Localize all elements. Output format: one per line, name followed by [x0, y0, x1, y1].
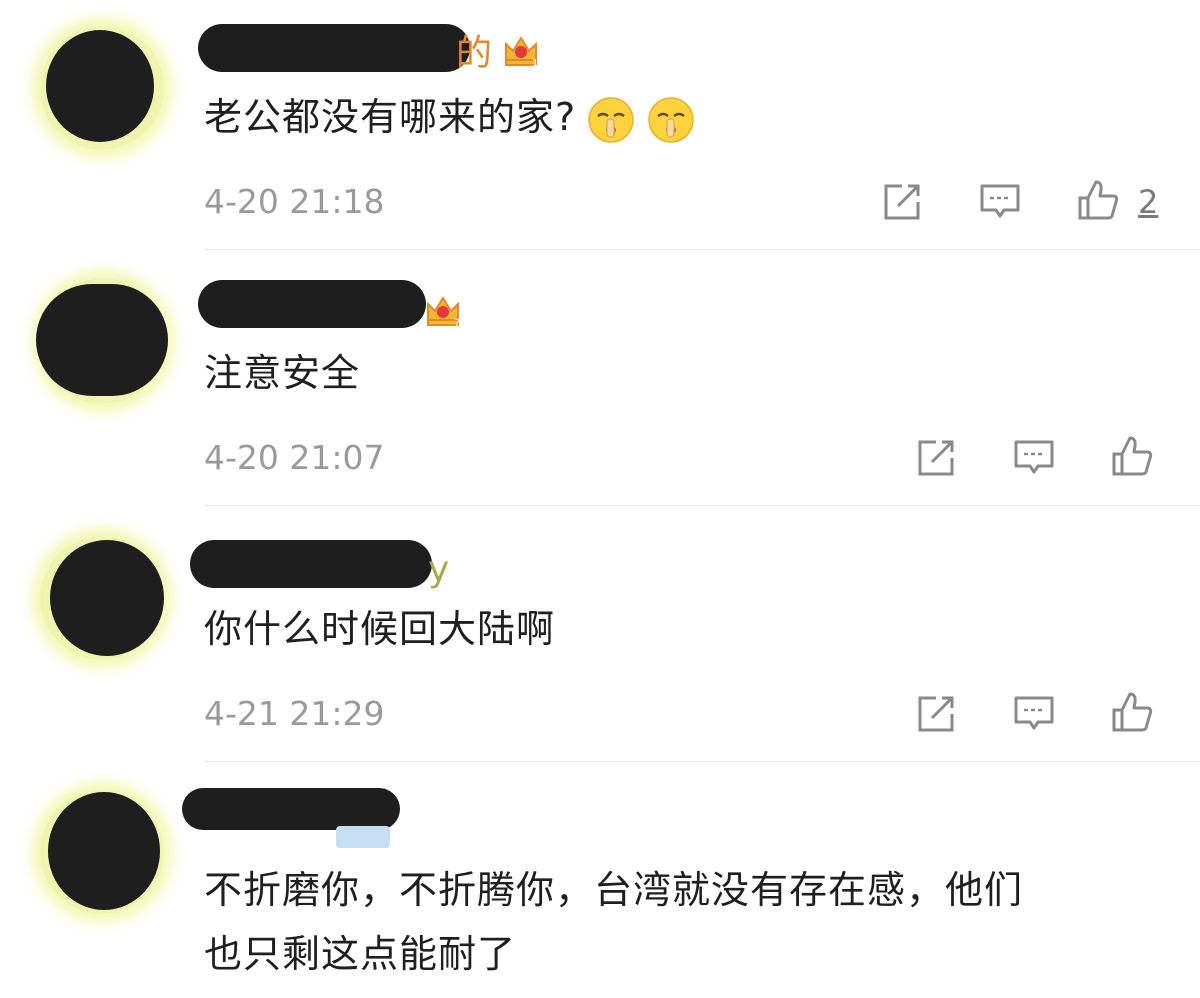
- comment-text-line: 不折磨你，不折腾你，台湾就没有存在感，他们: [204, 868, 1024, 912]
- crown-icon: 7: [427, 296, 460, 328]
- username-redaction: [198, 24, 470, 72]
- vip-level: 1: [532, 58, 538, 68]
- comment-icon[interactable]: [978, 180, 1022, 224]
- comment-text-content: 老公都没有哪来的家?: [204, 95, 577, 139]
- comment-text: 你什么时候回大陆啊: [204, 607, 556, 651]
- share-icon[interactable]: [914, 692, 958, 736]
- comment-text-line: 也只剩这点能耐了: [204, 932, 517, 976]
- comment-timestamp: 4-20 21:18: [204, 182, 385, 221]
- avatar[interactable]: [40, 26, 164, 150]
- username-redaction: [182, 788, 400, 830]
- avatar-redaction: [46, 30, 154, 142]
- avatar[interactable]: [40, 790, 164, 914]
- comment-text: 老公都没有哪来的家?: [204, 88, 696, 146]
- member-badge: [336, 826, 390, 848]
- share-icon[interactable]: [880, 180, 924, 224]
- thumbs-up-icon[interactable]: [1076, 178, 1120, 222]
- comment-timestamp: 4-21 21:29: [204, 694, 385, 733]
- like-count[interactable]: 2: [1138, 182, 1158, 222]
- share-icon[interactable]: [914, 436, 958, 480]
- comment-text: 不折磨你，不折腾你，台湾就没有存在感，他们 也只剩这点能耐了: [204, 858, 1023, 986]
- comment-timestamp: 4-20 21:07: [204, 438, 385, 477]
- comment-icon[interactable]: [1012, 692, 1056, 736]
- vip-level: 7: [454, 318, 460, 328]
- comment-text: 注意安全: [204, 351, 361, 395]
- avatar-redaction: [36, 284, 168, 396]
- username-tail: 的: [456, 33, 493, 74]
- shush-face-emoji: [588, 96, 634, 143]
- comment-item: 的 1 老公都没有哪来的家? 4-20 21:18 2: [0, 0, 1200, 250]
- shush-face-emoji: [648, 96, 694, 143]
- username[interactable]: [198, 280, 438, 328]
- thumbs-up-icon[interactable]: [1110, 434, 1154, 478]
- comment-item: 7 注意安全 4-20 21:07: [0, 250, 1200, 506]
- avatar[interactable]: [36, 278, 168, 404]
- crown-icon: 1: [505, 36, 538, 68]
- username[interactable]: 的: [198, 24, 498, 74]
- username-redaction: [198, 280, 426, 328]
- thumbs-up-icon[interactable]: [1110, 690, 1154, 734]
- comment-icon[interactable]: [1012, 436, 1056, 480]
- username-tail: y: [428, 549, 450, 590]
- avatar[interactable]: [40, 536, 164, 660]
- username-redaction: [190, 540, 432, 588]
- avatar-redaction: [50, 540, 164, 656]
- comment-item: y 你什么时候回大陆啊 4-21 21:29: [0, 506, 1200, 762]
- avatar-redaction: [48, 792, 160, 910]
- comment-item: 不折磨你，不折腾你，台湾就没有存在感，他们 也只剩这点能耐了: [0, 762, 1200, 998]
- username[interactable]: y: [190, 540, 460, 590]
